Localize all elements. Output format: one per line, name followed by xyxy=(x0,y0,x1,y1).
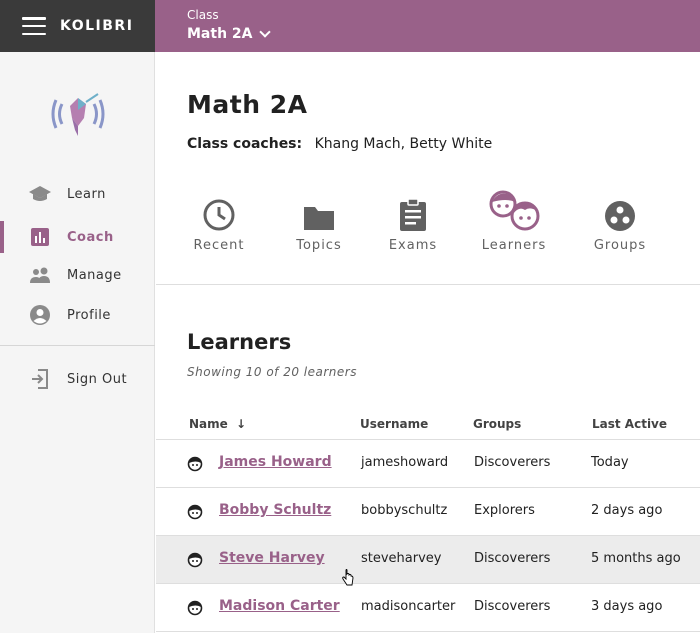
app-brand: KOLIBRI xyxy=(60,18,134,34)
clock-icon xyxy=(203,199,235,231)
manage-icon xyxy=(28,263,52,287)
class-selector[interactable]: Math 2A xyxy=(187,26,700,42)
learner-last-active: 2 days ago xyxy=(591,503,663,518)
app-bar: KOLIBRI Class Math 2A xyxy=(0,0,700,52)
column-header-groups: Groups xyxy=(473,417,522,431)
learner-name-link[interactable]: Madison Carter xyxy=(219,598,340,614)
groups-icon xyxy=(605,201,635,231)
column-header-username: Username xyxy=(360,417,429,431)
coach-tabs: Recent Topics Exams Learners Groups xyxy=(176,190,676,260)
sidebar-item-label: Coach xyxy=(67,229,114,245)
learner-name-link[interactable]: James Howard xyxy=(219,454,332,470)
sidebar-item-label: Profile xyxy=(67,307,111,323)
learner-last-active: Today xyxy=(591,455,629,470)
learner-name-link[interactable]: Steve Harvey xyxy=(219,550,325,566)
tabs-divider xyxy=(156,284,700,285)
sidebar-item-manage[interactable]: Manage xyxy=(0,257,155,293)
page-title: Math 2A xyxy=(187,90,308,119)
column-header-last-active: Last Active xyxy=(592,417,668,431)
class-header: Class Math 2A xyxy=(155,0,700,52)
learner-last-active: 5 months ago xyxy=(591,551,681,566)
chevron-down-icon xyxy=(258,26,271,38)
tab-label: Exams xyxy=(388,238,438,253)
tab-recent[interactable]: Recent xyxy=(184,190,254,260)
tab-label: Topics xyxy=(296,238,342,253)
learners-icon xyxy=(489,190,540,231)
tab-groups[interactable]: Groups xyxy=(580,190,660,260)
tab-label: Groups xyxy=(593,238,647,253)
table-row: Bobby Schultz bobbyschultz Explorers 2 d… xyxy=(156,488,700,536)
learner-last-active: 3 days ago xyxy=(591,599,663,614)
learner-group: Discoverers xyxy=(474,551,551,566)
learners-table: Name ↓ Username Groups Last Active James… xyxy=(156,408,700,632)
folder-icon xyxy=(304,207,334,230)
coach-icon xyxy=(28,225,52,249)
profile-icon xyxy=(28,303,52,327)
sort-arrow-down-icon: ↓ xyxy=(235,417,247,431)
table-header: Name ↓ Username Groups Last Active xyxy=(156,408,700,440)
table-row: Steve Harvey steveharvey Discoverers 5 m… xyxy=(156,536,700,584)
sidebar-item-label: Manage xyxy=(67,267,122,283)
learner-group: Discoverers xyxy=(474,599,551,614)
kolibri-logo xyxy=(51,93,105,136)
class-caption: Class xyxy=(187,8,219,22)
sign-out-icon xyxy=(28,367,52,391)
menu-icon[interactable] xyxy=(22,17,46,35)
sidebar-divider xyxy=(0,345,155,346)
tab-exams[interactable]: Exams xyxy=(378,190,448,260)
column-header-name[interactable]: Name ↓ xyxy=(189,417,246,431)
learner-username: steveharvey xyxy=(361,551,442,566)
tab-learners[interactable]: Learners xyxy=(474,190,554,260)
sidebar: Learn Coach Manage Profile Sign Out xyxy=(0,52,155,633)
learner-username: jameshoward xyxy=(361,455,449,470)
tab-label: Recent xyxy=(193,238,245,253)
tab-label: Learners xyxy=(481,238,547,253)
sidebar-item-label: Learn xyxy=(67,186,106,202)
main-content: Math 2A Class coaches: Khang Mach, Betty… xyxy=(156,52,700,633)
learner-username: bobbyschultz xyxy=(361,503,448,518)
learner-icon xyxy=(187,456,203,472)
learner-username: madisoncarter xyxy=(361,599,456,614)
table-row: James Howard jameshoward Discoverers Tod… xyxy=(156,440,700,488)
clipboard-icon xyxy=(400,198,426,231)
app-bar-brand-area: KOLIBRI xyxy=(0,0,155,52)
section-title: Learners xyxy=(187,330,292,354)
learner-icon xyxy=(187,504,203,520)
sidebar-item-profile[interactable]: Profile xyxy=(0,297,155,333)
class-coaches-value: Khang Mach, Betty White xyxy=(314,136,493,152)
results-count: Showing 10 of 20 learners xyxy=(187,365,357,379)
learner-group: Discoverers xyxy=(474,455,551,470)
class-selector-label: Math 2A xyxy=(187,26,253,42)
learn-icon xyxy=(28,182,52,206)
sidebar-item-coach[interactable]: Coach xyxy=(0,219,155,255)
learner-name-link[interactable]: Bobby Schultz xyxy=(219,502,331,518)
table-row: Madison Carter madisoncarter Discoverers… xyxy=(156,584,700,632)
class-coaches: Class coaches: Khang Mach, Betty White xyxy=(187,136,492,152)
learner-group: Explorers xyxy=(474,503,535,518)
tab-topics[interactable]: Topics xyxy=(284,190,354,260)
learner-icon xyxy=(187,552,203,568)
sidebar-item-label: Sign Out xyxy=(67,371,128,387)
sidebar-item-learn[interactable]: Learn xyxy=(0,176,155,212)
hand-cursor-icon xyxy=(342,569,354,586)
sidebar-item-sign-out[interactable]: Sign Out xyxy=(0,361,155,397)
learner-icon xyxy=(187,600,203,616)
class-coaches-label: Class coaches: xyxy=(187,136,303,152)
column-header-name-label: Name xyxy=(189,417,228,431)
